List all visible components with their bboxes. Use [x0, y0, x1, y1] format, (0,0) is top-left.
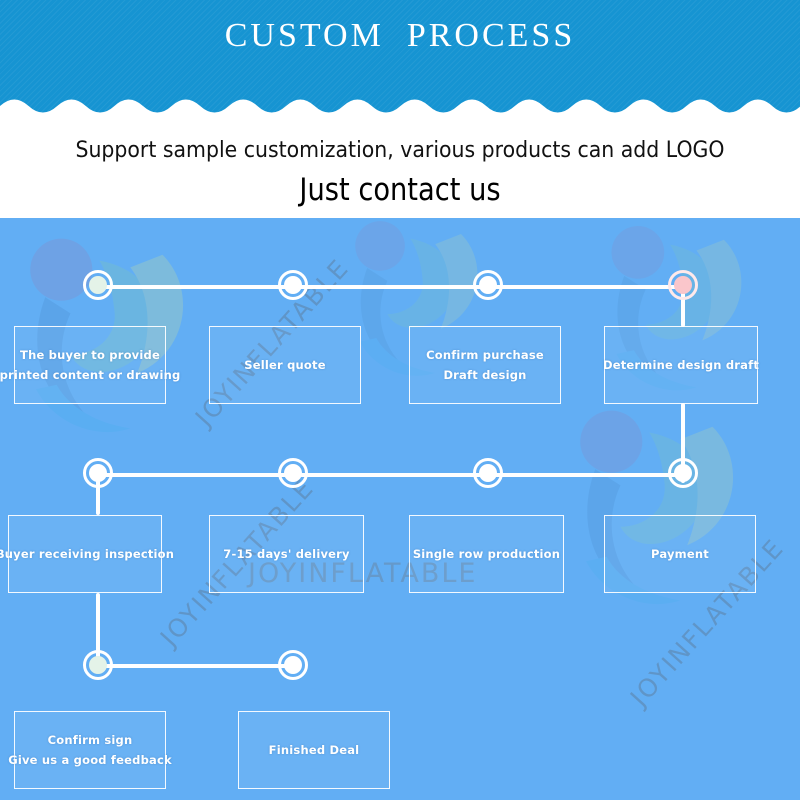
node-dot [479, 464, 497, 482]
process-infographic: CUSTOM PROCESS Support sample customizat… [0, 0, 800, 800]
box-step-7[interactable]: 7-15 days' delivery [209, 515, 364, 593]
box-line: Confirm sign [47, 733, 133, 747]
node-dot [284, 276, 302, 294]
subtitle-band: Support sample customization, various pr… [0, 118, 800, 218]
box-step-1[interactable]: The buyer to provide printed content or … [0, 326, 180, 404]
box-step-10[interactable]: Finished Deal [238, 711, 390, 789]
node-dot [89, 464, 107, 482]
box-step-9[interactable]: Confirm sign Give us a good feedback [8, 711, 172, 789]
node-step-2[interactable] [278, 270, 308, 300]
node-dot [89, 656, 107, 674]
wave-divider-icon [0, 99, 800, 118]
node-step-4[interactable] [668, 270, 698, 300]
node-step-5[interactable] [668, 458, 698, 488]
connector-row-1 [98, 285, 683, 289]
box-line: Draft design [443, 368, 527, 382]
node-step-1[interactable] [83, 270, 113, 300]
subtitle-line-2: Just contact us [299, 172, 501, 208]
box-step-3[interactable]: Confirm purchase Draft design [409, 326, 561, 404]
box-line: Confirm purchase [426, 348, 544, 362]
box-line: The buyer to provide [20, 348, 160, 362]
node-dot [89, 276, 107, 294]
box-step-8[interactable]: Buyer receiving inspection [0, 515, 174, 593]
connector-row-3 [98, 664, 293, 668]
node-step-10[interactable] [278, 650, 308, 680]
box-step-4[interactable]: Determine design draft [602, 326, 760, 404]
box-line: Determine design draft [602, 358, 760, 372]
node-dot [674, 276, 692, 294]
subtitle-line-1: Support sample customization, various pr… [75, 138, 725, 163]
box-line: Payment [651, 547, 709, 561]
node-dot [284, 464, 302, 482]
box-line: Buyer receiving inspection [0, 547, 175, 561]
flowchart-panel: JOYINFLATABLE JOYINFLATABLE JOYINFLATABL… [0, 218, 800, 800]
node-step-6[interactable] [473, 458, 503, 488]
node-step-8[interactable] [83, 458, 113, 488]
node-dot [284, 656, 302, 674]
box-line: printed content or drawing [0, 368, 181, 382]
box-step-5[interactable]: Payment [604, 515, 756, 593]
box-line: Seller quote [244, 358, 326, 372]
box-line: Single row production [412, 547, 561, 561]
node-dot [479, 276, 497, 294]
node-dot [674, 464, 692, 482]
box-step-2[interactable]: Seller quote [209, 326, 361, 404]
node-step-9[interactable] [83, 650, 113, 680]
box-line: Give us a good feedback [8, 753, 172, 767]
header-banner: CUSTOM PROCESS [0, 0, 800, 118]
connector-row-2 [98, 473, 683, 477]
box-line: 7-15 days' delivery [223, 547, 350, 561]
box-line: Finished Deal [268, 743, 360, 757]
node-step-7[interactable] [278, 458, 308, 488]
page-title: CUSTOM PROCESS [224, 17, 576, 54]
node-step-3[interactable] [473, 270, 503, 300]
box-step-6[interactable]: Single row production [409, 515, 564, 593]
